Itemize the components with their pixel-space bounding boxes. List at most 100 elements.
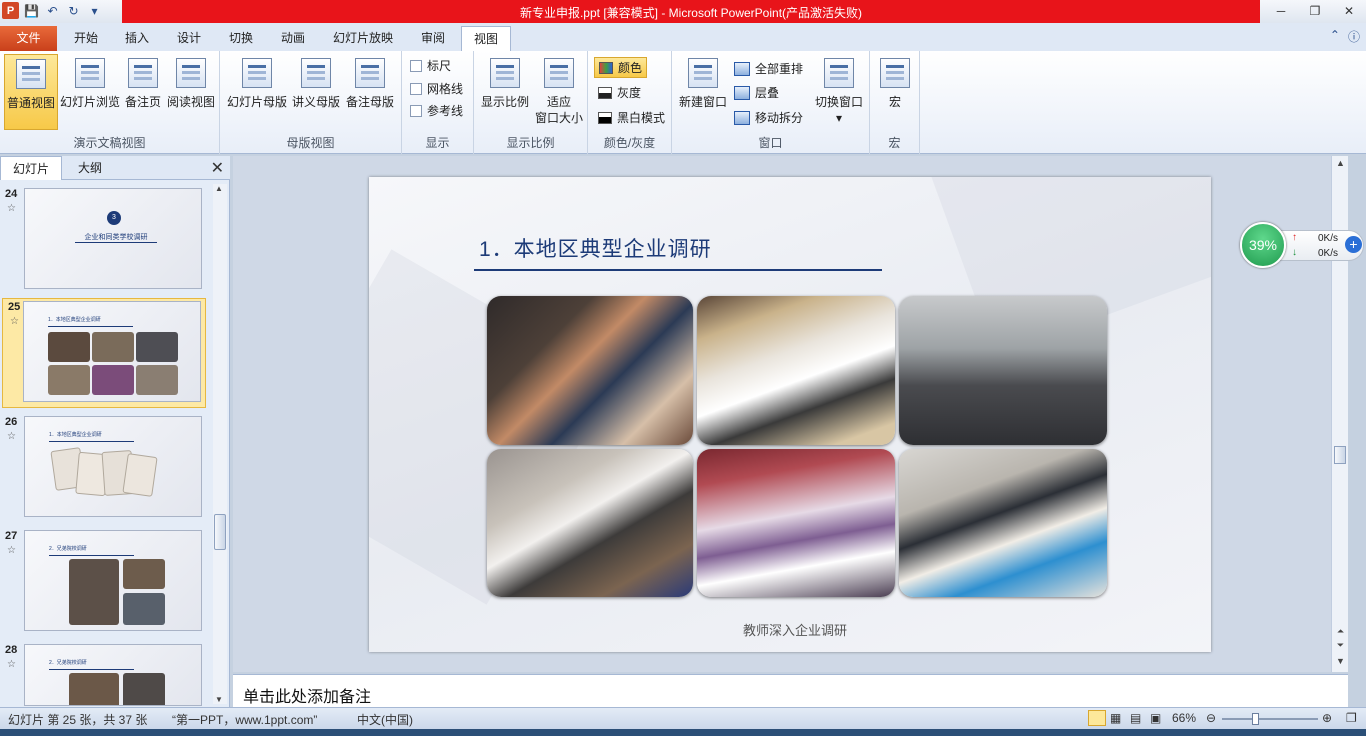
slide-master-button[interactable]: 幻灯片母版 (226, 54, 288, 130)
scroll-down-icon[interactable]: ▼ (1332, 656, 1349, 666)
tab-slideshow[interactable]: 幻灯片放映 (321, 26, 405, 51)
undo-icon[interactable]: ↶ (44, 2, 61, 19)
notes-placeholder[interactable]: 单击此处添加备注 (243, 683, 371, 707)
thumb-title: 1．本地区典型企业调研 (48, 317, 101, 323)
slide-sorter-icon[interactable]: ▦ (1110, 711, 1121, 725)
reading-view-button[interactable]: 阅读视图 (166, 54, 216, 130)
tab-view[interactable]: 视图 (461, 26, 512, 51)
notes-master-button[interactable]: 备注母版 (344, 54, 396, 130)
zoom-in-icon[interactable]: ⊕ (1322, 711, 1332, 725)
scrollbar-thumb[interactable] (214, 514, 226, 550)
ribbon-view: 普通视图 幻灯片浏览 备注页 阅读视图 演示文稿视图 幻灯片母版 讲义母版 备注… (0, 51, 1366, 154)
fit-to-window-button[interactable]: 适应 窗口大小 (534, 54, 584, 130)
redo-icon[interactable]: ↻ (65, 2, 82, 19)
notes-page-button[interactable]: 备注页 (122, 54, 164, 130)
notes-pane[interactable]: 单击此处添加备注 (233, 674, 1348, 707)
group-label: 演示文稿视图 (73, 136, 146, 150)
photo-handshake[interactable] (487, 449, 693, 597)
slide-thumbnail-26[interactable]: 26 ☆ 1．本地区典型企业调研 (0, 414, 210, 524)
slide-thumbnail-25[interactable]: 25 ☆ 1．本地区典型企业调研 (2, 298, 206, 408)
download-arrow-icon: ↓ (1292, 247, 1297, 258)
language-indicator[interactable]: 中文(中国) (357, 711, 413, 728)
close-pane-icon[interactable]: ✕ (211, 158, 224, 178)
theme-name[interactable]: “第一PPT，www.1ppt.com” (172, 711, 317, 728)
slides-pane-scrollbar[interactable]: ▲ ▼ (213, 184, 227, 704)
network-speed-widget[interactable]: 39% ↑ 0K/s ↓ 0K/s + (1240, 222, 1364, 268)
color-button[interactable]: 颜色 (594, 57, 648, 78)
tab-review[interactable]: 审阅 (409, 26, 457, 51)
tab-outline[interactable]: 大纲 (66, 156, 114, 180)
reading-view-icon[interactable]: ▤ (1130, 711, 1141, 725)
photo-two-men-standing[interactable] (697, 296, 895, 445)
tab-slides[interactable]: 幻灯片 (0, 156, 63, 180)
scroll-up-icon[interactable]: ▲ (1332, 158, 1349, 168)
checkbox-icon (410, 59, 422, 72)
macros-icon (880, 58, 910, 88)
photo-discussion-table[interactable] (697, 449, 895, 597)
tab-design[interactable]: 设计 (165, 26, 213, 51)
slideshow-icon[interactable]: ▣ (1150, 711, 1161, 725)
minimize-button[interactable]: ─ (1264, 0, 1298, 22)
zoom-slider-knob[interactable] (1252, 713, 1259, 725)
slide-sorter-button[interactable]: 幻灯片浏览 (60, 54, 120, 130)
close-button[interactable]: ✕ (1332, 0, 1366, 22)
current-slide[interactable]: 1．本地区典型企业调研 教师深入企业调研 (369, 177, 1211, 652)
tab-file[interactable]: 文件 (0, 26, 57, 51)
ruler-checkbox[interactable]: 标尺 (410, 57, 451, 74)
group-label: 颜色/灰度 (603, 136, 656, 150)
cascade-button[interactable]: 层叠 (734, 84, 779, 101)
photo-office-interview[interactable] (899, 449, 1107, 597)
scroll-up-icon[interactable]: ▲ (215, 184, 223, 193)
handout-master-button[interactable]: 讲义母版 (290, 54, 342, 130)
help-icon[interactable]: ⓘ (1348, 28, 1360, 45)
normal-view-icon[interactable] (1088, 710, 1106, 726)
tab-home[interactable]: 开始 (62, 26, 110, 51)
customize-qat-icon[interactable]: ▾ (86, 2, 103, 19)
normal-view-icon (16, 59, 46, 89)
save-icon[interactable]: 💾 (23, 2, 40, 19)
tab-animations[interactable]: 动画 (269, 26, 317, 51)
zoom-button[interactable]: 显示比例 (478, 54, 532, 130)
collapse-ribbon-icon[interactable]: ⌃ (1330, 28, 1340, 45)
black-white-button[interactable]: 黑白模式 (598, 109, 665, 126)
photo-computer-lab[interactable] (487, 296, 693, 445)
grayscale-button[interactable]: 灰度 (598, 84, 641, 101)
slide-title[interactable]: 1．本地区典型企业调研 (479, 233, 712, 263)
previous-slide-icon[interactable]: ⏶ (1332, 626, 1349, 637)
zoom-out-icon[interactable]: ⊖ (1206, 711, 1216, 725)
memory-percent[interactable]: 39% (1240, 222, 1286, 268)
macros-button[interactable]: 宏 (876, 54, 914, 130)
transition-star-icon: ☆ (7, 659, 16, 670)
guides-checkbox[interactable]: 参考线 (410, 102, 463, 119)
group-label: 显示 (425, 136, 450, 150)
group-presentation-views: 普通视图 幻灯片浏览 备注页 阅读视图 演示文稿视图 (0, 51, 220, 154)
photo-meeting-room[interactable] (899, 296, 1107, 445)
add-icon[interactable]: + (1345, 236, 1362, 253)
scrollbar-thumb[interactable] (1334, 446, 1346, 464)
grayscale-icon (598, 86, 612, 99)
restore-button[interactable]: ❐ (1298, 0, 1332, 22)
tab-insert[interactable]: 插入 (113, 26, 161, 51)
ribbon-tabs: 文件 开始 插入 设计 切换 动画 幻灯片放映 审阅 视图 ⌃ ⓘ (0, 23, 1366, 51)
thumb-title: 2．兄弟院校调研 (49, 660, 87, 666)
switch-windows-button[interactable]: 切换窗口 ▾ (812, 54, 866, 130)
arrange-all-button[interactable]: 全部重排 (734, 60, 803, 77)
tab-transitions[interactable]: 切换 (217, 26, 265, 51)
arrange-all-icon (734, 61, 750, 76)
zoom-level[interactable]: 66% (1172, 711, 1196, 725)
scroll-down-icon[interactable]: ▼ (215, 695, 223, 704)
zoom-slider[interactable] (1222, 713, 1318, 725)
powerpoint-icon[interactable]: P (2, 2, 19, 19)
move-split-button[interactable]: 移动拆分 (734, 109, 803, 126)
new-window-button[interactable]: 新建窗口 (676, 54, 730, 130)
slide-master-icon (242, 58, 272, 88)
normal-view-button[interactable]: 普通视图 (4, 54, 58, 130)
taskbar (0, 729, 1366, 736)
slide-thumbnail-27[interactable]: 27 ☆ 2．兄弟院校调研 (0, 528, 210, 638)
slide-thumbnail-24[interactable]: 24 ☆ 3 企业和同类学校调研 (0, 186, 210, 296)
fit-slide-icon[interactable]: ❐ (1346, 711, 1357, 725)
next-slide-icon[interactable]: ⏷ (1332, 640, 1349, 651)
gridlines-checkbox[interactable]: 网格线 (410, 80, 463, 97)
slide-caption[interactable]: 教师深入企业调研 (743, 620, 847, 639)
group-macros: 宏 宏 (870, 51, 920, 154)
